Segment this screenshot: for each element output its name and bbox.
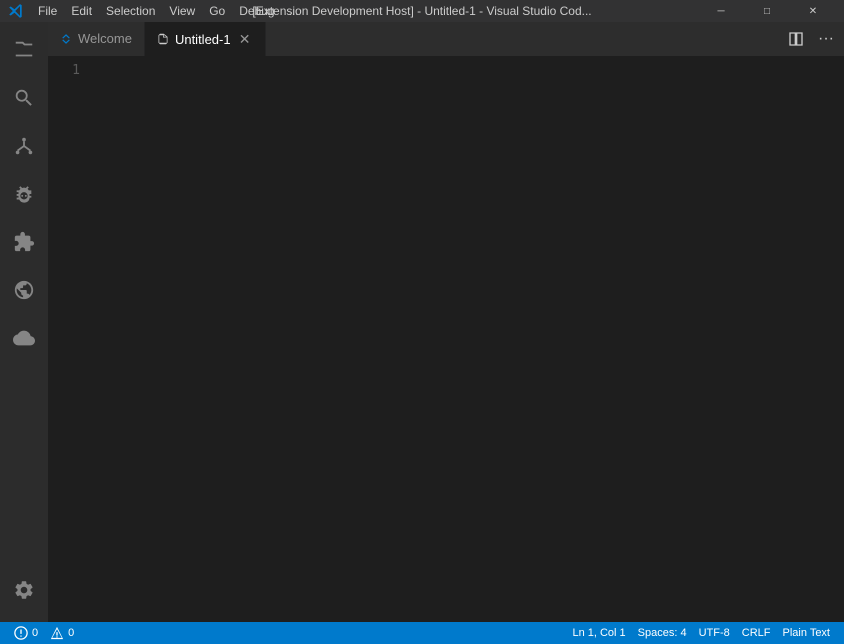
line-number-1: 1 [48,61,80,80]
split-editor-button[interactable] [782,25,810,53]
menu-go[interactable]: Go [203,2,231,20]
activity-bar-search[interactable] [0,74,48,122]
tab-bar-actions: ··· [782,22,844,56]
editor-area: Welcome Untitled-1 ✕ ··· [48,22,844,622]
warning-count: 0 [68,627,74,639]
vscode-logo-icon [8,3,24,19]
status-warnings[interactable]: 0 [44,622,80,644]
error-icon [14,626,28,640]
error-count: 0 [32,627,38,639]
split-editor-icon [788,31,804,47]
activity-bar-remote[interactable] [0,266,48,314]
menu-file[interactable]: File [32,2,63,20]
activity-bar-cloud[interactable] [0,314,48,362]
status-eol[interactable]: CRLF [736,627,777,639]
status-errors[interactable]: 0 [8,622,44,644]
menu-view[interactable]: View [163,2,201,20]
language-text: Plain Text [783,627,831,639]
maximize-button[interactable]: □ [744,0,790,22]
file-tab-icon [157,33,169,45]
activity-bar-bottom [0,566,48,622]
activity-bar-settings[interactable] [0,566,48,614]
tab-bar: Welcome Untitled-1 ✕ ··· [48,22,844,57]
activity-bar-source-control[interactable] [0,122,48,170]
editor-text-input[interactable] [88,57,844,622]
eol-text: CRLF [742,627,771,639]
status-encoding[interactable]: UTF-8 [693,627,736,639]
main-container: Welcome Untitled-1 ✕ ··· [0,22,844,622]
cursor-position-text: Ln 1, Col 1 [572,627,625,639]
activity-bar-extensions[interactable] [0,218,48,266]
activity-bar-debug[interactable] [0,170,48,218]
close-button[interactable]: ✕ [790,0,836,22]
status-spaces[interactable]: Spaces: 4 [632,627,693,639]
status-right: Ln 1, Col 1 Spaces: 4 UTF-8 CRLF Plain T… [566,627,836,639]
tab-untitled-1-label: Untitled-1 [175,32,231,47]
warning-icon [50,626,64,640]
spaces-text: Spaces: 4 [638,627,687,639]
activity-bar [0,22,48,622]
activity-bar-explorer[interactable] [0,26,48,74]
tab-untitled-1-close[interactable]: ✕ [237,31,253,47]
title-bar: File Edit Selection View Go Debug ... [E… [0,0,844,22]
window-controls: ─ □ ✕ [698,0,836,22]
vscode-tab-icon [60,33,72,45]
status-cursor-position[interactable]: Ln 1, Col 1 [566,627,631,639]
menu-edit[interactable]: Edit [65,2,98,20]
menu-selection[interactable]: Selection [100,2,161,20]
tab-welcome[interactable]: Welcome [48,22,145,56]
encoding-text: UTF-8 [699,627,730,639]
status-language[interactable]: Plain Text [777,627,837,639]
more-actions-button[interactable]: ··· [812,25,840,53]
editor-content: 1 [48,57,844,622]
tab-untitled-1[interactable]: Untitled-1 ✕ [145,22,266,56]
minimize-button[interactable]: ─ [698,0,744,22]
window-title: [Extension Development Host] - Untitled-… [252,4,591,18]
tab-welcome-label: Welcome [78,31,132,46]
line-numbers: 1 [48,57,88,622]
status-bar: 0 0 Ln 1, Col 1 Spaces: 4 UTF-8 CRLF Pla… [0,622,844,644]
